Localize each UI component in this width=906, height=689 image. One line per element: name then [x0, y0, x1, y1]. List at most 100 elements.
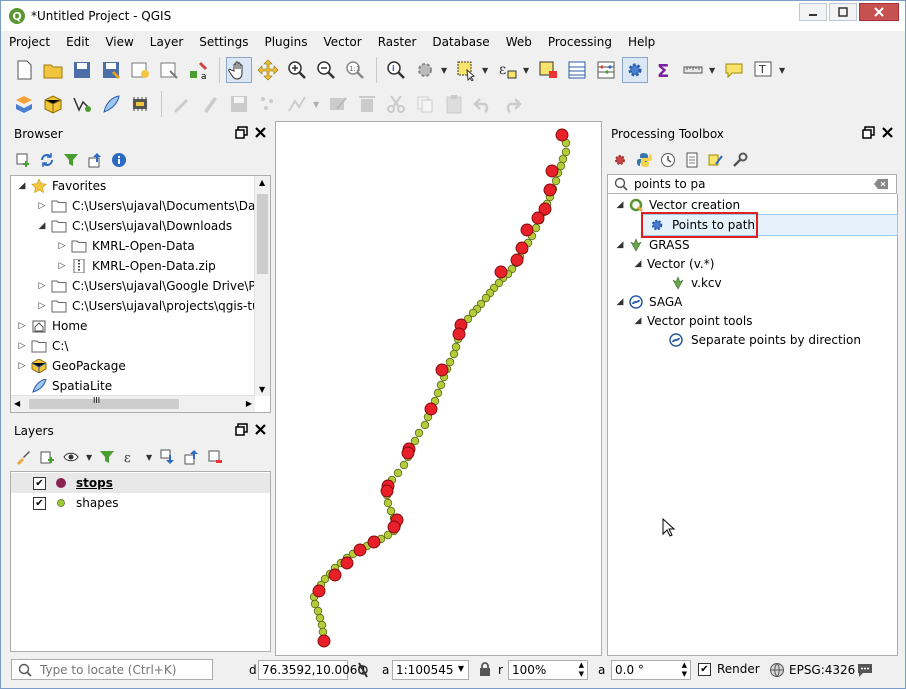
- zoom-out-button[interactable]: [313, 57, 339, 83]
- expand-arrow-icon[interactable]: ▷: [17, 321, 27, 331]
- select-by-expression-button[interactable]: ε: [494, 57, 520, 83]
- expand-arrow-icon[interactable]: ◢: [615, 200, 625, 210]
- layers-close-button[interactable]: [254, 423, 267, 440]
- toolbox-float-button[interactable]: [862, 126, 875, 143]
- collapse-all-button[interactable]: [86, 151, 104, 169]
- measure-button[interactable]: [680, 57, 706, 83]
- expand-arrow-icon[interactable]: ▷: [37, 281, 47, 291]
- expand-arrow-icon[interactable]: ◢: [615, 297, 625, 307]
- expand-arrow-icon[interactable]: ▷: [57, 261, 67, 271]
- lock-scale-icon[interactable]: [478, 661, 492, 678]
- layer-item-stops[interactable]: ✔ stops: [11, 473, 270, 493]
- browser-item-c-drive[interactable]: ▷ C:\: [17, 336, 69, 356]
- expression-filter-dropdown-icon[interactable]: ▼: [146, 453, 154, 462]
- close-window-button[interactable]: [859, 3, 899, 21]
- open-project-button[interactable]: [40, 57, 66, 83]
- attribute-table-button[interactable]: [564, 57, 590, 83]
- menu-plugins[interactable]: Plugins: [256, 35, 315, 49]
- expand-arrow-icon[interactable]: ▷: [17, 341, 27, 351]
- browser-item-kmrl-zip[interactable]: ▷ KMRL-Open-Data.zip: [57, 256, 216, 276]
- map-tips-button[interactable]: [721, 57, 747, 83]
- menu-web[interactable]: Web: [498, 35, 540, 49]
- add-group-button[interactable]: [38, 448, 56, 466]
- data-source-manager-button[interactable]: [11, 91, 37, 117]
- browser-item-favorites[interactable]: ◢ Favorites: [17, 176, 106, 196]
- filter-by-expression-button[interactable]: ε: [122, 448, 140, 466]
- expand-arrow-icon[interactable]: ▷: [57, 241, 67, 251]
- deselect-all-button[interactable]: [535, 57, 561, 83]
- text-annotation-button[interactable]: T: [750, 57, 776, 83]
- toolbox-group-grass[interactable]: ◢ GRASS: [615, 235, 690, 255]
- vertex-tool-button[interactable]: [284, 91, 310, 117]
- render-checkbox[interactable]: ✔: [698, 662, 711, 676]
- browser-item-downloads[interactable]: ◢ C:\Users\ujaval\Downloads: [37, 216, 233, 236]
- scroll-left-icon[interactable]: ◀: [14, 399, 20, 408]
- toolbox-close-button[interactable]: [881, 126, 894, 143]
- new-geopackage-button[interactable]: [40, 91, 66, 117]
- current-edits-button[interactable]: [168, 91, 194, 117]
- spin-arrows-icon[interactable]: ▲ ▼: [579, 661, 584, 679]
- select-dropdown-icon[interactable]: ▼: [482, 66, 490, 75]
- browser-horizontal-scrollbar[interactable]: ◀ III ▶: [11, 395, 255, 412]
- toolbox-algorithm-v-kcv[interactable]: v.kcv: [671, 273, 722, 293]
- pan-map-button[interactable]: [226, 57, 252, 83]
- messages-icon[interactable]: [856, 661, 874, 679]
- minimize-button[interactable]: [799, 3, 827, 21]
- add-layer-button[interactable]: [14, 151, 32, 169]
- expand-arrow-icon[interactable]: ▷: [17, 361, 27, 371]
- map-themes-dropdown-icon[interactable]: ▼: [86, 453, 94, 462]
- save-edits-button[interactable]: [226, 91, 252, 117]
- expand-arrow-icon[interactable]: ◢: [633, 316, 643, 326]
- zoom-native-button[interactable]: 1:1: [342, 57, 368, 83]
- map-canvas[interactable]: [275, 121, 602, 656]
- new-spatialite-button[interactable]: [98, 91, 124, 117]
- processing-toolbox-button[interactable]: [622, 57, 648, 83]
- menu-vector[interactable]: Vector: [315, 35, 369, 49]
- new-project-button[interactable]: [11, 57, 37, 83]
- filter-legend-button[interactable]: [98, 448, 116, 466]
- menu-project[interactable]: Project: [1, 35, 58, 49]
- coordinate-field[interactable]: 76.3592,10.0060: [258, 660, 365, 680]
- toggle-editing-button[interactable]: [197, 91, 223, 117]
- scroll-thumb[interactable]: III: [29, 396, 179, 409]
- menu-help[interactable]: Help: [620, 35, 663, 49]
- browser-item-spatialite[interactable]: ▷ SpatiaLite: [17, 376, 112, 396]
- paste-features-button[interactable]: [441, 91, 467, 117]
- copy-features-button[interactable]: [412, 91, 438, 117]
- delete-selected-button[interactable]: [354, 91, 380, 117]
- cut-features-button[interactable]: [383, 91, 409, 117]
- expand-arrow-icon[interactable]: ▷: [37, 301, 47, 311]
- undo-button[interactable]: [470, 91, 496, 117]
- menu-raster[interactable]: Raster: [370, 35, 425, 49]
- toolbox-group-vector-point-tools[interactable]: ◢ Vector point tools: [633, 311, 753, 331]
- models-button[interactable]: [611, 151, 629, 169]
- measure-dropdown-icon[interactable]: ▼: [709, 66, 717, 75]
- remove-layer-button[interactable]: [206, 448, 224, 466]
- expression-dropdown-icon[interactable]: ▼: [523, 66, 531, 75]
- refresh-button[interactable]: [38, 151, 56, 169]
- render-toggle[interactable]: ✔ Render: [698, 662, 760, 676]
- select-features-button[interactable]: [453, 57, 479, 83]
- scripts-button[interactable]: [635, 151, 653, 169]
- browser-item-home[interactable]: ▷ Home: [17, 316, 88, 336]
- statistical-summary-button[interactable]: Σ: [651, 57, 677, 83]
- expand-all-button[interactable]: [158, 448, 176, 466]
- toolbox-algorithm-separate-points[interactable]: Separate points by direction: [669, 330, 861, 350]
- menu-database[interactable]: Database: [424, 35, 497, 49]
- scroll-up-icon[interactable]: ▲: [259, 178, 265, 187]
- new-virtual-layer-button[interactable]: [127, 91, 153, 117]
- crs-button[interactable]: EPSG:4326: [769, 662, 855, 678]
- browser-item-projects[interactable]: ▷ C:\Users\ujaval\projects\qgis-tuto: [37, 296, 270, 316]
- save-project-button[interactable]: [69, 57, 95, 83]
- browser-item-google-drive[interactable]: ▷ C:\Users\ujaval\Google Drive\Proj: [37, 276, 270, 296]
- menu-processing[interactable]: Processing: [540, 35, 620, 49]
- maximize-button[interactable]: [829, 3, 857, 21]
- clear-search-icon[interactable]: [874, 179, 888, 189]
- processing-options-button[interactable]: [731, 151, 749, 169]
- modify-attributes-button[interactable]: [325, 91, 351, 117]
- style-layer-button[interactable]: [14, 448, 32, 466]
- vertex-dropdown-icon[interactable]: ▼: [313, 100, 321, 109]
- layout-manager-button[interactable]: [156, 57, 182, 83]
- expand-arrow-icon[interactable]: ◢: [615, 240, 625, 250]
- browser-item-geopackage[interactable]: ▷ GeoPackage: [17, 356, 126, 376]
